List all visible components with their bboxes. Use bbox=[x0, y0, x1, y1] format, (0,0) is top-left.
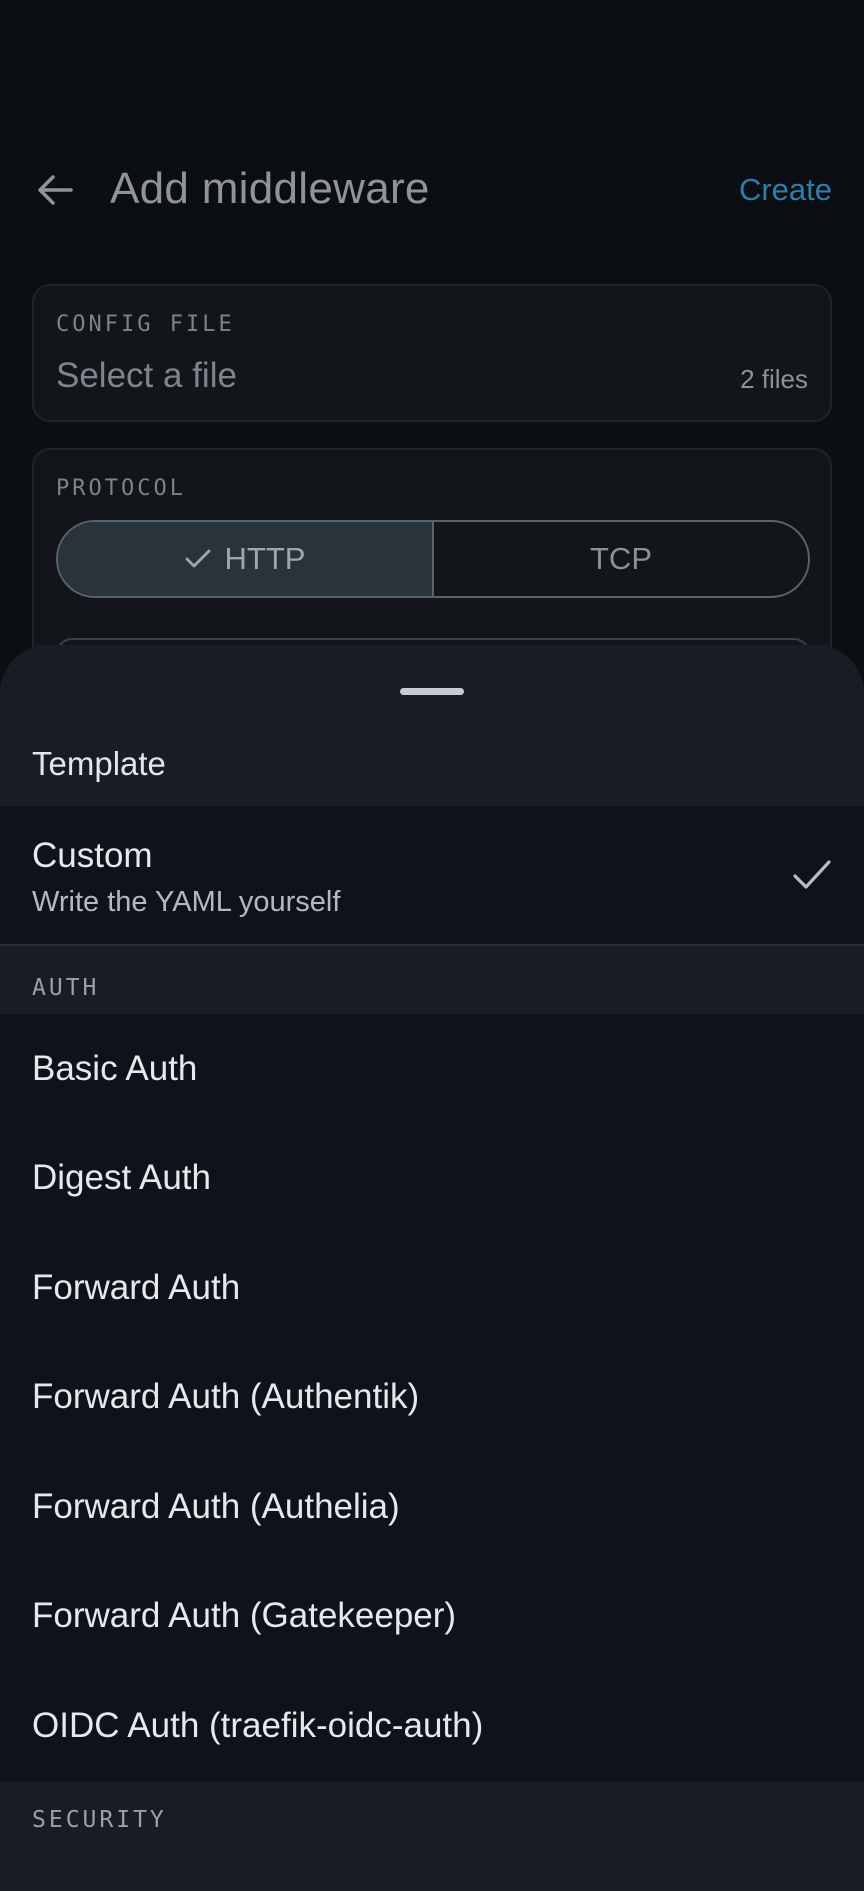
drag-handle[interactable] bbox=[400, 688, 464, 695]
list-item[interactable]: Digest Auth bbox=[0, 1124, 864, 1234]
protocol-tcp-option[interactable]: TCP bbox=[434, 522, 808, 596]
protocol-http-label: HTTP bbox=[224, 541, 306, 576]
custom-option-title: Custom bbox=[32, 836, 153, 875]
config-file-field[interactable]: CONFIG FILE Select a file 2 files bbox=[32, 284, 832, 422]
list-item[interactable]: Forward Auth (Gatekeeper) bbox=[0, 1562, 864, 1672]
protocol-label: PROTOCOL bbox=[56, 476, 186, 501]
list-item[interactable]: Forward Auth (Authelia) bbox=[0, 1452, 864, 1562]
sheet-title: Template bbox=[32, 745, 166, 782]
protocol-tcp-label: TCP bbox=[590, 541, 652, 576]
top-app-bar: Add middleware Create bbox=[0, 150, 864, 230]
protocol-toggle: HTTP TCP bbox=[56, 520, 810, 598]
file-count: 2 files bbox=[740, 364, 808, 394]
custom-option-subtitle: Write the YAML yourself bbox=[32, 886, 341, 918]
checkmark-icon bbox=[793, 860, 831, 889]
list-item[interactable]: Basic Auth bbox=[0, 1014, 864, 1124]
add-middleware-screen: Add middleware Create CONFIG FILE Select… bbox=[0, 0, 864, 1891]
create-button[interactable]: Create bbox=[739, 172, 832, 208]
check-icon bbox=[185, 549, 210, 568]
auth-template-list: Basic Auth Digest Auth Forward Auth Forw… bbox=[0, 1014, 864, 1781]
arrow-left-icon bbox=[38, 175, 73, 205]
list-item[interactable]: OIDC Auth (traefik-oidc-auth) bbox=[0, 1671, 864, 1781]
config-file-select[interactable]: Select a file bbox=[56, 356, 237, 396]
protocol-http-option[interactable]: HTTP bbox=[58, 522, 434, 596]
config-file-label: CONFIG FILE bbox=[56, 312, 235, 337]
template-bottom-sheet: Template Custom Write the YAML yourself … bbox=[0, 645, 864, 1891]
list-item[interactable]: Forward Auth (Authentik) bbox=[0, 1343, 864, 1453]
section-header-auth: AUTH bbox=[32, 975, 100, 1001]
back-button[interactable] bbox=[30, 168, 80, 212]
page-title: Add middleware bbox=[110, 164, 430, 213]
list-item[interactable]: Forward Auth bbox=[0, 1233, 864, 1343]
section-header-security: SECURITY bbox=[32, 1807, 167, 1833]
template-option-custom[interactable]: Custom Write the YAML yourself bbox=[0, 806, 864, 946]
